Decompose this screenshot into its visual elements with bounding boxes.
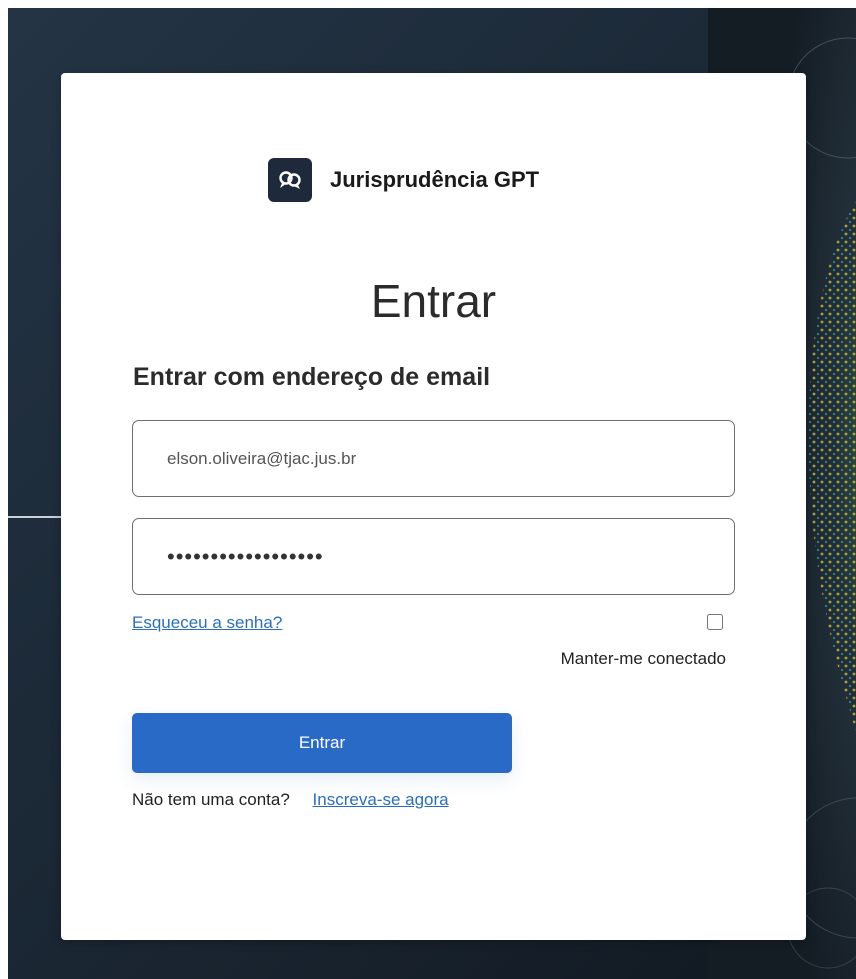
page-title: Entrar: [370, 275, 497, 327]
form-subtitle: Entrar com endereço de email: [133, 363, 491, 391]
background-divider-line: [8, 516, 68, 518]
brand-name: Jurisprudência GPT: [330, 167, 540, 192]
remember-me-checkbox[interactable]: [707, 614, 723, 630]
email-field[interactable]: [132, 420, 735, 497]
login-card: Jurisprudência GPT Entrar Entrar com end…: [61, 73, 806, 940]
brand: Jurisprudência GPT: [268, 158, 539, 202]
forgot-password-link[interactable]: Esqueceu a senha?: [132, 613, 282, 633]
password-field[interactable]: [132, 518, 735, 595]
no-account-text: Não tem uma conta?: [132, 790, 290, 809]
brand-logo: [268, 158, 312, 202]
submit-button[interactable]: Entrar: [132, 713, 512, 773]
signup-link[interactable]: Inscreva-se agora: [313, 790, 449, 809]
remember-me-label: Manter-me conectado: [560, 649, 726, 668]
chat-bubbles-icon: [279, 171, 301, 189]
signup-row: Não tem uma conta? Inscreva-se agora: [132, 790, 449, 810]
